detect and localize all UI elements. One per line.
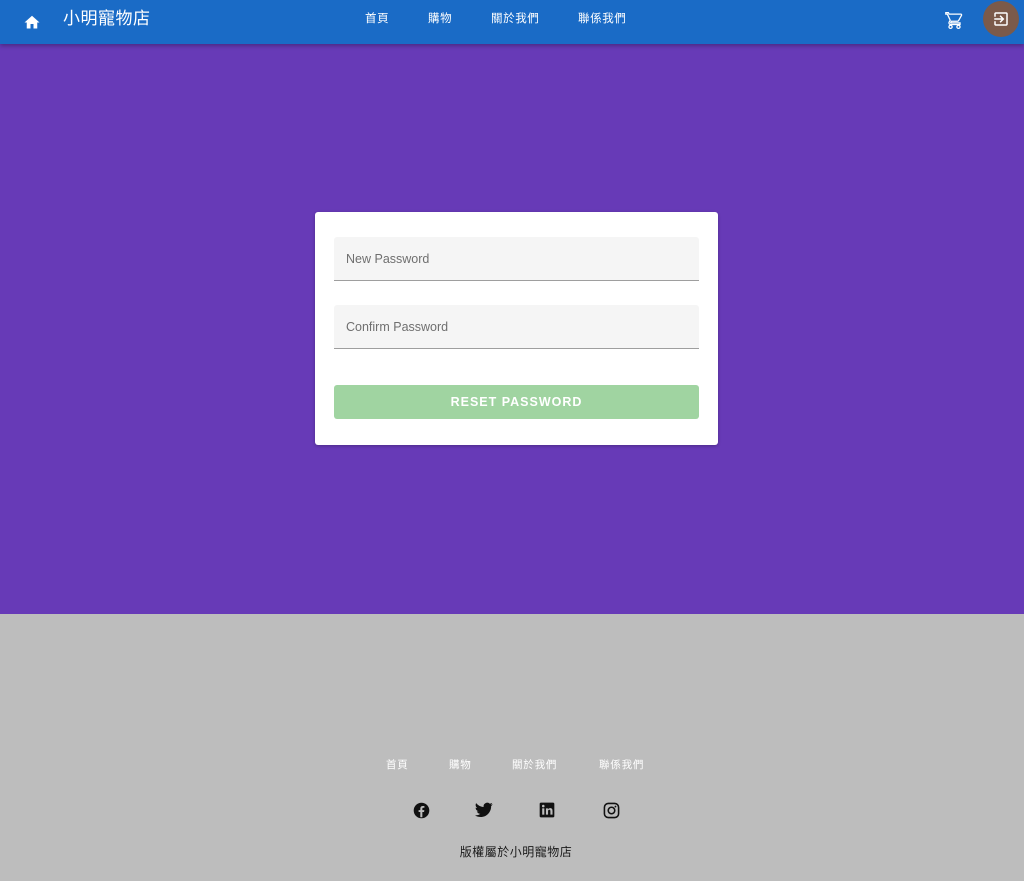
footer-link-about[interactable]: 關於我們 (512, 758, 557, 772)
twitter-icon[interactable] (474, 800, 494, 820)
login-icon[interactable] (983, 1, 1019, 37)
facebook-icon[interactable] (411, 800, 431, 820)
nav-contact[interactable]: 聯係我們 (578, 11, 626, 27)
new-password-input[interactable] (334, 237, 699, 280)
instagram-icon[interactable] (601, 800, 621, 820)
confirm-password-input[interactable] (334, 305, 699, 348)
shopping-cart-icon[interactable] (942, 8, 966, 32)
footer-link-home[interactable]: 首頁 (386, 758, 409, 772)
new-password-field[interactable] (334, 237, 699, 281)
brand-title[interactable]: 小明寵物店 (63, 8, 151, 30)
copyright-text: 版權屬於小明寵物店 (459, 845, 573, 859)
nav-shop[interactable]: 購物 (428, 11, 452, 27)
page: 小明寵物店 首頁 購物 關於我們 聯係我們 RESET PASSWORD 首頁 … (0, 0, 1024, 881)
linkedin-icon[interactable] (537, 800, 557, 820)
reset-password-button[interactable]: RESET PASSWORD (334, 385, 699, 419)
footer: 首頁 購物 關於我們 聯係我們 版權屬於小明寵物店 (0, 614, 1024, 881)
confirm-password-field[interactable] (334, 305, 699, 349)
app-bar: 小明寵物店 首頁 購物 關於我們 聯係我們 (0, 0, 1024, 44)
hero-section: RESET PASSWORD (0, 44, 1024, 614)
footer-link-shop[interactable]: 購物 (449, 758, 472, 772)
nav-home[interactable]: 首頁 (365, 11, 389, 27)
home-icon[interactable] (19, 8, 45, 34)
nav-about[interactable]: 關於我們 (491, 11, 539, 27)
reset-password-card: RESET PASSWORD (315, 212, 718, 445)
footer-link-contact[interactable]: 聯係我們 (599, 758, 644, 772)
